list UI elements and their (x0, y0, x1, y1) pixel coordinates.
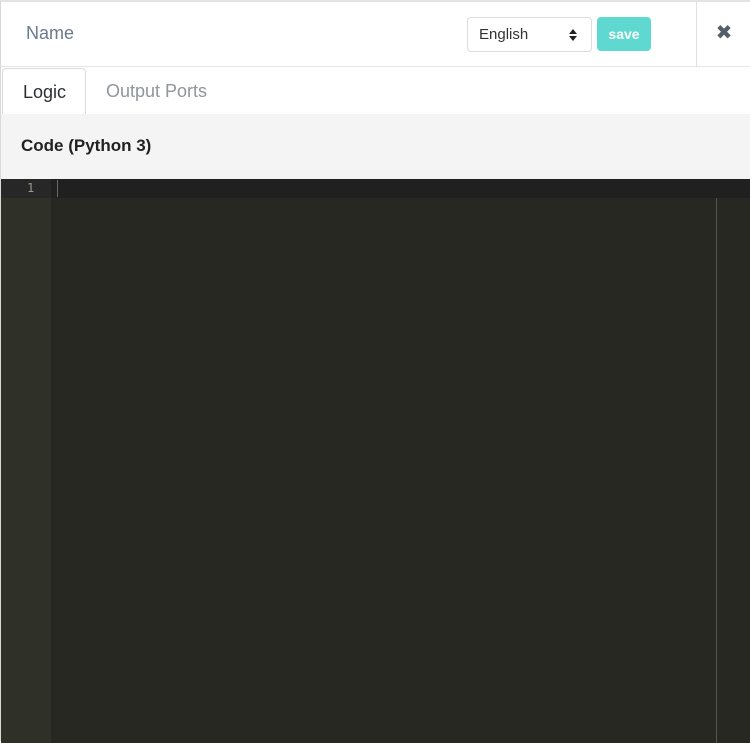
panel-header: Name English save ✖ (1, 2, 750, 67)
language-select[interactable]: English (467, 17, 592, 52)
editor-gutter (1, 179, 51, 743)
code-section-header: Code (Python 3) (1, 114, 750, 179)
code-editor[interactable]: 1 (1, 179, 750, 743)
language-select-value: English (479, 26, 529, 43)
gutter-active-line (1, 179, 51, 198)
tab-logic[interactable]: Logic (2, 68, 86, 115)
close-icon[interactable]: ✖ (714, 22, 734, 44)
tab-output-ports[interactable]: Output Ports (86, 68, 227, 115)
active-line-highlight (1, 179, 750, 198)
tab-bar: Logic Output Ports (1, 67, 750, 115)
print-margin (716, 198, 717, 743)
node-settings-panel: Name English save ✖ Logic Output Ports C… (0, 0, 750, 743)
node-name-field[interactable]: Name (26, 23, 74, 44)
code-section-title: Code (Python 3) (21, 136, 152, 155)
header-divider (696, 2, 697, 67)
line-number: 1 (27, 181, 35, 195)
text-cursor (57, 180, 58, 197)
sort-arrows-icon (569, 29, 577, 41)
save-button[interactable]: save (597, 17, 651, 51)
